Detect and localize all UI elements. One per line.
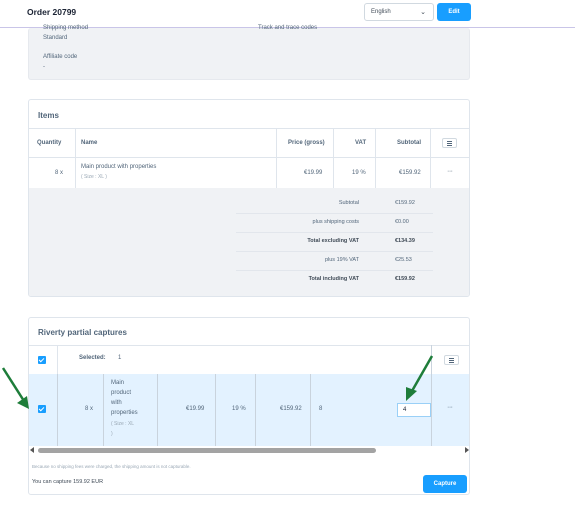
top-bar: Order 20799 English ⌄ Edit: [0, 0, 575, 28]
divider: [255, 374, 256, 446]
divider: [236, 232, 433, 233]
divider: [29, 157, 469, 158]
riverty-title: Riverty partial captures: [38, 328, 127, 337]
row-capturable-quantity: 8: [319, 406, 323, 412]
row-product-name: Main product with properties: [81, 164, 157, 170]
page-title: Order 20799: [27, 7, 77, 17]
divider: [310, 374, 311, 446]
edit-button[interactable]: Edit: [437, 3, 471, 21]
column-vat: VAT: [355, 140, 367, 146]
annotation-arrow-icon: [406, 355, 434, 401]
chevron-down-icon: ⌄: [420, 9, 426, 16]
affiliate-code-value: -: [43, 64, 45, 70]
order-details-card: Shipping method Standard Track and trace…: [28, 25, 470, 80]
row-actions-icon[interactable]: ···: [447, 168, 453, 175]
selected-count: 1: [118, 355, 122, 361]
language-select[interactable]: English ⌄: [364, 3, 434, 21]
divider: [103, 374, 104, 446]
capture-button[interactable]: Capture: [423, 475, 467, 493]
annotation-arrow-icon: [1, 367, 29, 409]
row-vat: 19 %: [352, 170, 366, 176]
column-settings-button[interactable]: [444, 355, 459, 365]
shipping-method-value: Standard: [43, 35, 68, 41]
row-quantity: 8 x: [55, 170, 64, 176]
summary-vat-label: plus 19% VAT: [324, 257, 359, 263]
divider: [276, 128, 277, 188]
selected-label: Selected:: [79, 355, 106, 361]
divider: [236, 270, 433, 271]
summary-subtotal-label: Subtotal: [338, 200, 359, 206]
capture-quantity-input[interactable]: 4: [397, 403, 431, 417]
capture-info: You can capture 159.92 EUR: [32, 479, 104, 485]
capture-quantity-value: 4: [403, 407, 407, 413]
divider: [236, 251, 433, 252]
affiliate-code-label: Affiliate code: [43, 54, 78, 60]
divider: [215, 374, 216, 446]
column-name: Name: [81, 140, 98, 146]
divider: [430, 128, 431, 188]
summary-total-incl-value: €159.92: [395, 276, 415, 282]
divider: [75, 128, 76, 188]
riverty-captures-card: Riverty partial captures Selected: 1 8 x…: [28, 317, 470, 495]
summary-vat-value: €25.53: [395, 257, 412, 263]
row-name-line-3: with: [111, 400, 122, 406]
summary-total-excl-value: €134.39: [395, 238, 415, 244]
summary-shipping-value: €0.00: [395, 219, 409, 225]
row-actions-icon[interactable]: ···: [447, 404, 453, 411]
column-subtotal: Subtotal: [397, 140, 421, 146]
divider: [236, 213, 433, 214]
row-price: €19.99: [304, 170, 323, 176]
shipping-method-label: Shipping method: [43, 25, 89, 31]
language-value: English: [371, 9, 391, 15]
scroll-left-icon[interactable]: [30, 447, 34, 453]
divider: [375, 128, 376, 188]
select-all-checkbox[interactable]: [38, 356, 46, 364]
row-properties-line-2: ): [111, 431, 113, 437]
row-name-line-4: properties: [111, 410, 138, 416]
tracking-codes-label: Track and trace codes: [258, 25, 318, 31]
scroll-right-icon[interactable]: [465, 447, 469, 453]
divider: [29, 128, 469, 129]
divider: [57, 374, 58, 446]
horizontal-scrollbar[interactable]: [29, 446, 469, 454]
row-name-line-2: product: [111, 390, 132, 396]
summary-subtotal-value: €159.92: [395, 200, 415, 206]
column-price: Price (gross): [288, 140, 325, 146]
row-subtotal: €159.92: [280, 406, 302, 412]
divider: [157, 374, 158, 446]
row-quantity: 8 x: [85, 406, 94, 412]
row-price: €19.99: [186, 406, 205, 412]
order-summary: Subtotal €159.92 plus shipping costs €0.…: [29, 188, 469, 296]
row-checkbox[interactable]: [38, 405, 46, 413]
summary-total-incl-label: Total including VAT: [308, 276, 359, 282]
row-product-properties: ( Size : XL ): [81, 174, 107, 180]
shipping-note: Because no shipping fees were charged, t…: [32, 464, 191, 469]
items-title: Items: [38, 111, 59, 120]
summary-total-excl-label: Total excluding VAT: [307, 238, 359, 244]
divider: [29, 345, 469, 346]
row-vat: 19 %: [232, 406, 246, 412]
items-card: Items Quantity Name Price (gross) VAT Su…: [28, 99, 470, 297]
column-quantity: Quantity: [37, 140, 62, 146]
column-settings-button[interactable]: [442, 138, 457, 148]
summary-shipping-label: plus shipping costs: [312, 219, 359, 225]
row-subtotal: €159.92: [399, 170, 421, 176]
scroll-thumb[interactable]: [38, 448, 376, 453]
row-properties-line-1: ( Size : XL: [111, 421, 135, 427]
row-name-line-1: Main: [111, 380, 125, 386]
divider: [333, 128, 334, 188]
